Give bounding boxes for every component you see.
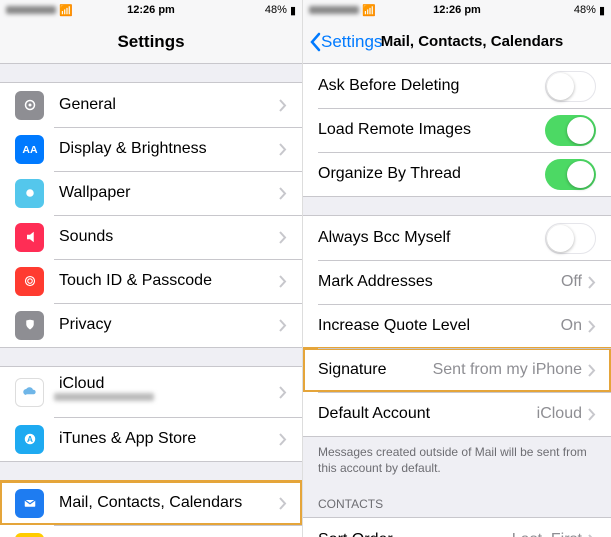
gear-icon [15,91,44,120]
carrier-blur [6,6,56,14]
toggle-switch[interactable] [545,159,596,190]
privacy-icon [15,311,44,340]
row-label: iCloud [59,375,279,393]
toggle-switch[interactable] [545,223,596,254]
row-itunes[interactable]: AiTunes & App Store [0,417,302,461]
row-ask-delete[interactable]: Ask Before Deleting [303,64,611,108]
row-label: General [59,96,279,114]
carrier-blur [309,6,359,14]
nav-bar: Settings Mail, Contacts, Calendars [303,20,611,64]
row-label: Increase Quote Level [318,317,561,335]
chevron-right-icon [588,320,596,333]
row-icloud[interactable]: iCloud [0,367,302,417]
row-value: iCloud [537,405,582,423]
row-privacy[interactable]: Privacy [0,303,302,347]
battery-percent: 48% [265,4,287,16]
status-time: 12:26 pm [127,4,175,16]
chevron-right-icon [279,231,287,244]
toggle-switch[interactable] [545,115,596,146]
row-label: Always Bcc Myself [318,229,545,247]
touchid-icon [15,267,44,296]
left-phone: 📶 12:26 pm 48%▮ Settings General AA Displ… [0,0,303,537]
status-bar: 📶 12:26 pm 48%▮ [0,0,302,20]
row-general[interactable]: General [0,83,302,127]
appstore-icon: A [15,425,44,454]
chevron-right-icon [279,319,287,332]
row-organize-thread[interactable]: Organize By Thread [303,152,611,196]
row-label: Wallpaper [59,184,279,202]
row-mail[interactable]: Mail, Contacts, Calendars [0,481,302,525]
mail-settings-list[interactable]: Ask Before Deleting Load Remote Images O… [303,64,611,537]
section-header-contacts: CONTACTS [303,483,611,517]
battery-icon: ▮ [599,4,605,17]
row-mark-addresses[interactable]: Mark AddressesOff [303,260,611,304]
chevron-right-icon [588,364,596,377]
row-display[interactable]: AA Display & Brightness [0,127,302,171]
row-signature[interactable]: SignatureSent from my iPhone [303,348,611,392]
settings-list[interactable]: General AA Display & Brightness Wallpaper… [0,64,302,537]
wallpaper-icon [15,179,44,208]
page-title: Settings [117,32,184,52]
chevron-right-icon [588,276,596,289]
row-label: Display & Brightness [59,140,279,158]
chevron-right-icon [279,497,287,510]
row-value: Off [561,273,582,291]
chevron-right-icon [279,386,287,399]
row-sort-order[interactable]: Sort OrderLast, First [303,518,611,537]
row-label: Mark Addresses [318,273,561,291]
row-label: Organize By Thread [318,165,545,183]
row-label: Ask Before Deleting [318,77,545,95]
battery-percent: 48% [574,4,596,16]
back-label: Settings [321,32,382,52]
row-label: Signature [318,361,433,379]
chevron-right-icon [279,187,287,200]
chevron-right-icon [588,408,596,421]
row-label: Load Remote Images [318,121,545,139]
row-label: Default Account [318,405,537,423]
row-sounds[interactable]: Sounds [0,215,302,259]
sounds-icon [15,223,44,252]
chevron-left-icon [309,32,321,52]
back-button[interactable]: Settings [309,32,382,52]
row-quote-level[interactable]: Increase Quote LevelOn [303,304,611,348]
row-label: iTunes & App Store [59,430,279,448]
row-label: Mail, Contacts, Calendars [59,494,279,512]
toggle-switch[interactable] [545,71,596,102]
row-label: Touch ID & Passcode [59,272,279,290]
svg-text:A: A [27,435,33,444]
nav-bar: Settings [0,20,302,64]
page-title: Mail, Contacts, Calendars [381,33,564,50]
chevron-right-icon [279,143,287,156]
row-bcc-myself[interactable]: Always Bcc Myself [303,216,611,260]
icloud-icon [15,378,44,407]
row-label: Sounds [59,228,279,246]
row-notes[interactable]: Notes [0,525,302,537]
chevron-right-icon [279,275,287,288]
wifi-icon: 📶 [362,4,376,17]
display-icon: AA [15,135,44,164]
wifi-icon: 📶 [59,4,73,17]
chevron-right-icon [279,99,287,112]
status-bar: 📶 12:26 pm 48%▮ [303,0,611,20]
row-label: Sort Order [318,531,512,537]
svg-text:AA: AA [22,144,38,156]
footer-note: Messages created outside of Mail will be… [303,437,611,483]
notes-icon [15,533,44,537]
row-value: Last, First [512,531,582,537]
battery-icon: ▮ [290,4,296,17]
chevron-right-icon [279,433,287,446]
row-wallpaper[interactable]: Wallpaper [0,171,302,215]
row-value: Sent from my iPhone [433,361,582,379]
row-label: Privacy [59,316,279,334]
subtext-blur [54,393,154,401]
row-touchid[interactable]: Touch ID & Passcode [0,259,302,303]
mail-icon [15,489,44,518]
right-phone: 📶 12:26 pm 48%▮ Settings Mail, Contacts,… [303,0,611,537]
status-time: 12:26 pm [433,4,481,16]
row-value: On [561,317,582,335]
row-default-account[interactable]: Default AccountiCloud [303,392,611,436]
row-load-remote[interactable]: Load Remote Images [303,108,611,152]
